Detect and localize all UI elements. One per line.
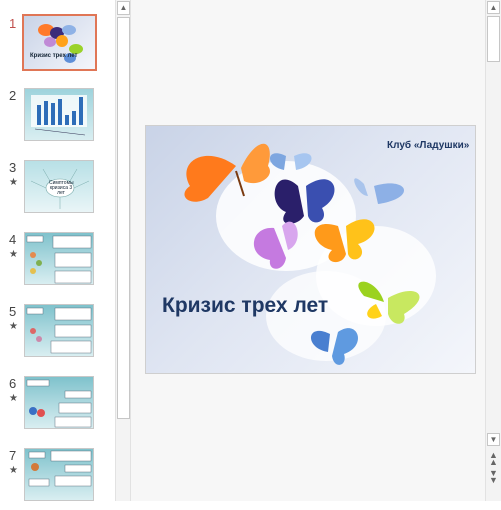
text-boxes-image: [26, 307, 92, 354]
slide-preview[interactable]: [24, 88, 94, 141]
current-slide[interactable]: Клуб «Ладушки» Кризис трех лет: [145, 125, 476, 374]
slide-number: 4: [9, 232, 17, 247]
scrollbar-thumb[interactable]: [487, 16, 500, 62]
slide-preview[interactable]: [24, 232, 94, 285]
scrollbar-thumb[interactable]: [117, 17, 130, 419]
butterflies-image: [38, 24, 83, 63]
animation-icon: ★: [9, 465, 18, 476]
animation-icon: ★: [9, 249, 18, 260]
slide-thumbnail-pane: 1 Кризис трех лет 2 3 ★ Симптомы кризиса…: [0, 0, 115, 501]
slide-thumbnail-3[interactable]: 3 ★ Симптомы кризиса 3 лет: [0, 160, 115, 222]
text-boxes-image: [26, 379, 92, 428]
slide-preview[interactable]: Симптомы кризиса 3 лет: [24, 160, 94, 213]
previous-slide-icon[interactable]: ▲ ▲: [487, 451, 500, 467]
slide-thumbnail-1[interactable]: 1 Кризис трех лет: [0, 14, 115, 78]
club-label: Клуб «Ладушки»: [387, 140, 470, 151]
text-boxes-image: [26, 235, 92, 284]
butterflies-image: [184, 143, 436, 365]
thumb-title: Кризис трех лет: [30, 53, 78, 59]
slide-preview[interactable]: [24, 304, 94, 357]
animation-icon: ★: [9, 393, 18, 404]
thumbnail-scrollbar[interactable]: ▲: [115, 0, 131, 501]
scroll-down-icon[interactable]: ▼: [487, 433, 500, 446]
slide-thumbnail-6[interactable]: 6 ★: [0, 376, 115, 438]
next-slide-icon[interactable]: ▼ ▼: [487, 469, 500, 485]
slide-title: Кризис трех лет: [162, 294, 329, 317]
slide-number: 2: [9, 88, 17, 103]
bar-chart-image: [31, 95, 87, 136]
editor-scrollbar[interactable]: ▲ ▼ ▲ ▲ ▼ ▼: [485, 0, 501, 501]
slide-preview[interactable]: Кризис трех лет: [22, 14, 97, 71]
slide-number: 5: [9, 304, 17, 319]
slide-thumbnail-2[interactable]: 2: [0, 88, 115, 150]
slide-preview[interactable]: [24, 448, 94, 501]
slide-preview[interactable]: [24, 376, 94, 429]
scroll-up-icon[interactable]: ▲: [487, 1, 500, 14]
animation-icon: ★: [9, 321, 18, 332]
slide-number: 1: [9, 16, 17, 31]
slide-thumbnail-5[interactable]: 5 ★: [0, 304, 115, 366]
light-blue-butterfly-right: [354, 178, 404, 204]
thumb-title: Симптомы кризиса 3 лет: [49, 180, 74, 196]
slide-thumbnail-4[interactable]: 4 ★: [0, 232, 115, 294]
animation-icon: ★: [9, 177, 18, 188]
text-boxes-image: [28, 450, 92, 487]
scroll-up-icon[interactable]: ▲: [117, 1, 130, 15]
slide-number: 6: [9, 376, 17, 391]
slide-number: 3: [9, 160, 17, 175]
slide-number: 7: [9, 448, 17, 463]
